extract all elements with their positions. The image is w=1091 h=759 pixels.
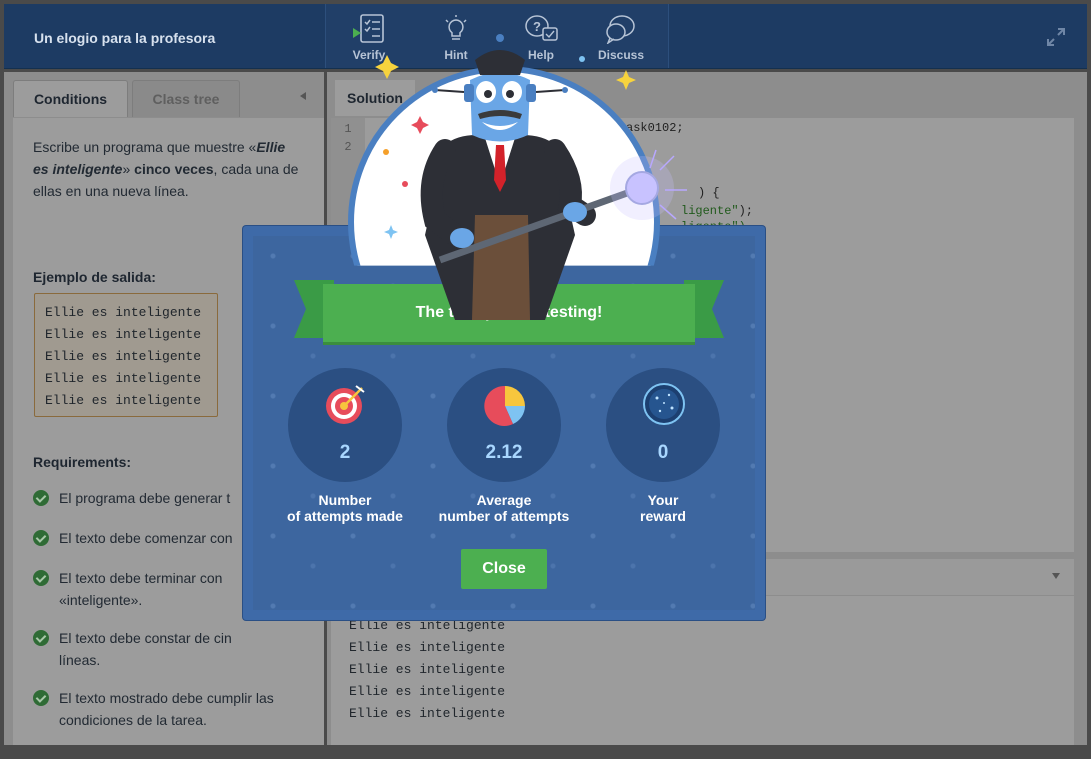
requirements-heading: Requirements: — [33, 454, 132, 470]
stat-reward: 0 — [606, 368, 720, 482]
task-title: Un elogio para la profesora — [34, 30, 216, 46]
close-button[interactable]: Close — [461, 549, 547, 589]
attempts-label: Number of attempts made — [287, 492, 403, 524]
robot-mascot-illustration — [375, 34, 687, 320]
output-line: Ellie es inteligente — [349, 662, 506, 677]
check-icon — [33, 570, 49, 586]
output-line: Ellie es inteligente — [349, 618, 506, 633]
tab-class-tree[interactable]: Class tree — [132, 80, 240, 117]
reward-value: 0 — [657, 442, 669, 463]
chevron-down-icon[interactable] — [1052, 573, 1060, 579]
tab-conditions[interactable]: Conditions — [13, 80, 128, 117]
reward-label: Your reward — [640, 492, 686, 524]
example-output-box: Ellie es inteligente Ellie es inteligent… — [34, 293, 218, 417]
example-line: Ellie es inteligente — [45, 371, 202, 386]
check-icon — [33, 490, 49, 506]
attempts-value: 2 — [339, 442, 351, 463]
check-icon — [33, 690, 49, 706]
stat-attempts: 2 — [288, 368, 402, 482]
output-line: Ellie es inteligente — [349, 706, 506, 721]
target-icon — [326, 385, 365, 424]
example-heading: Ejemplo de salida: — [33, 269, 156, 285]
output-line: Ellie es inteligente — [349, 640, 506, 655]
expand-icon[interactable] — [1047, 28, 1065, 46]
output-line: Ellie es inteligente — [349, 684, 506, 699]
requirement-item: El texto debe constar de cin líneas. — [33, 627, 303, 671]
example-line: Ellie es inteligente — [45, 327, 202, 342]
task-description: Escribe un programa que muestre «Ellie e… — [33, 139, 299, 199]
pie-chart-icon — [484, 385, 525, 426]
average-value: 2.12 — [485, 442, 523, 463]
check-icon — [33, 630, 49, 646]
average-label: Average number of attempts — [438, 492, 570, 524]
collapse-left-icon[interactable] — [300, 92, 306, 100]
stat-average: 2.12 — [447, 368, 561, 482]
requirement-item: El texto mostrado debe cumplir las condi… — [33, 687, 303, 731]
check-icon — [33, 530, 49, 546]
example-line: Ellie es inteligente — [45, 393, 202, 408]
galaxy-icon — [643, 383, 685, 425]
example-line: Ellie es inteligente — [45, 305, 202, 320]
example-line: Ellie es inteligente — [45, 349, 202, 364]
